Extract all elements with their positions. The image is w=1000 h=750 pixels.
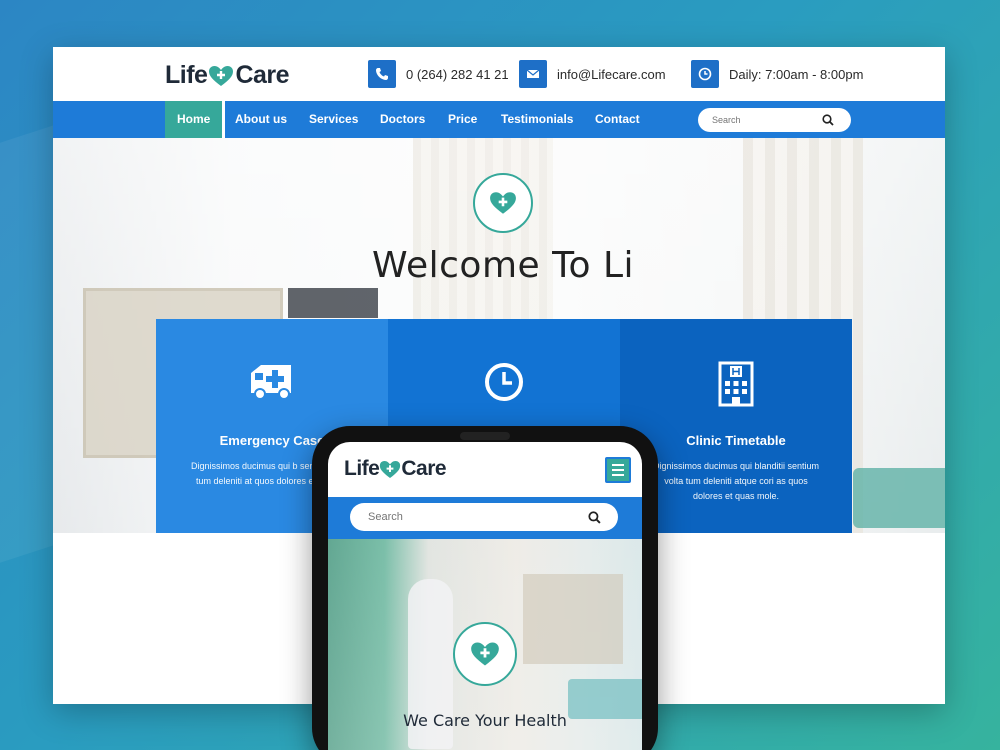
mobile-search-bar	[328, 497, 642, 539]
contact-email: info@Lifecare.com	[519, 60, 666, 88]
nav-item-price[interactable]: Price	[436, 101, 489, 138]
feature-text: Dignissimos ducimus qui blanditii sentiu…	[652, 461, 820, 501]
phone-number: 0 (264) 282 41 21	[406, 66, 509, 82]
heart-plus-icon	[209, 65, 234, 86]
search-icon[interactable]	[822, 114, 834, 126]
hero-background-cabinet	[523, 574, 623, 664]
mobile-search-box	[350, 503, 618, 531]
nav-item-services[interactable]: Services	[297, 101, 370, 138]
search-box	[698, 108, 851, 132]
ambulance-icon	[251, 365, 291, 400]
clock-icon	[485, 363, 523, 401]
logo-text-care: Care	[401, 457, 447, 480]
mobile-search-input[interactable]	[368, 511, 588, 523]
site-logo[interactable]: Life Care	[165, 61, 290, 90]
logo-text-care: Care	[235, 61, 290, 89]
heart-plus-icon	[380, 460, 401, 478]
hero-icon	[473, 173, 533, 233]
top-bar: Life Care 0 (264) 282 41 21 info@Lifecar…	[53, 47, 945, 101]
phone-speaker	[460, 432, 510, 440]
opening-hours: Daily: 7:00am - 8:00pm	[729, 66, 864, 82]
hero-background-monitor	[288, 288, 378, 318]
search-input[interactable]	[712, 115, 822, 125]
nav-item-about-us[interactable]: About us	[223, 101, 299, 138]
main-navigation: Home About us Services Doctors Price Tes…	[53, 101, 945, 140]
email-link[interactable]: info@Lifecare.com	[557, 67, 666, 82]
nav-item-home[interactable]: Home	[165, 101, 226, 140]
mobile-site-logo[interactable]: Life Care	[344, 457, 447, 481]
hero-title: Welcome To Li	[371, 245, 634, 286]
contact-hours: Daily: 7:00am - 8:00pm	[691, 60, 863, 88]
nav-item-contact[interactable]: Contact	[583, 101, 652, 138]
nav-item-testimonials[interactable]: Testimonials	[489, 101, 585, 138]
hospital-icon	[718, 361, 754, 407]
heart-plus-icon	[471, 642, 499, 666]
logo-text-life: Life	[344, 457, 380, 480]
mobile-hero-banner: We Care Your Health	[328, 539, 642, 750]
mobile-hero-title: We Care Your Health	[403, 711, 567, 730]
heart-plus-icon	[490, 192, 516, 214]
hero-background-bed	[853, 468, 945, 528]
mobile-mockup: Life Care We	[312, 426, 658, 750]
nav-item-doctors[interactable]: Doctors	[368, 101, 437, 138]
mobile-screen: Life Care We	[328, 442, 642, 750]
hamburger-menu-icon[interactable]	[605, 457, 631, 483]
logo-text-life: Life	[165, 61, 208, 89]
clock-icon	[691, 60, 719, 88]
search-icon[interactable]	[588, 510, 601, 524]
mobile-hero-icon	[453, 622, 517, 686]
envelope-icon	[519, 60, 547, 88]
phone-icon	[368, 60, 396, 88]
contact-phone: 0 (264) 282 41 21	[368, 60, 509, 88]
feature-title: Clinic Timetable	[686, 433, 786, 448]
